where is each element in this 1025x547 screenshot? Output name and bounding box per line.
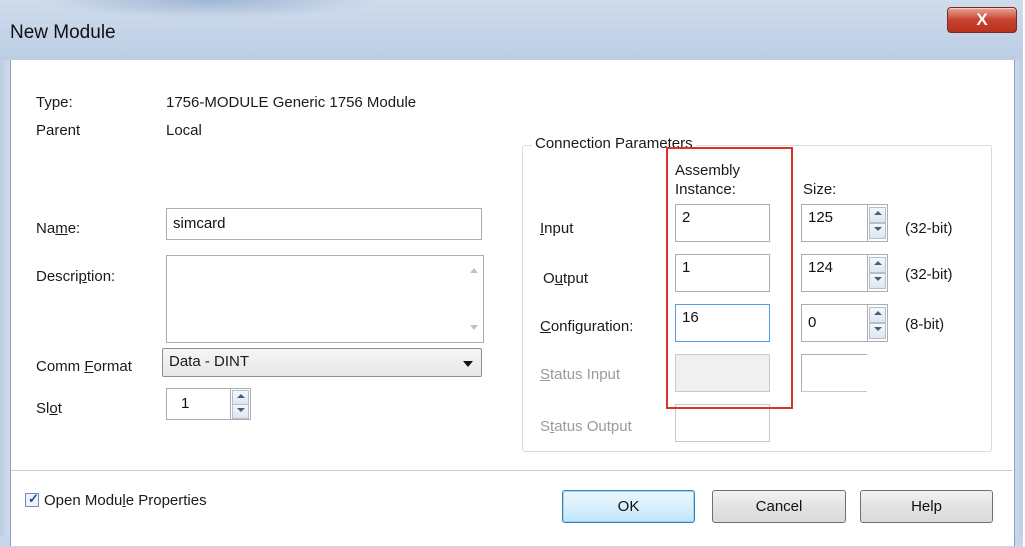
configuration-row-label: Configuration: — [540, 318, 634, 335]
checkmark-icon: ✓ — [28, 491, 39, 506]
output-spin-down-button[interactable] — [869, 273, 886, 289]
input-spin-down-button[interactable] — [869, 223, 886, 239]
size-header: Size: — [803, 181, 837, 198]
footer-separator — [11, 470, 1012, 471]
spin-up-icon — [874, 261, 882, 265]
configuration-spin-down-button[interactable] — [869, 323, 886, 339]
scroll-up-arrow-icon[interactable] — [470, 268, 478, 273]
slot-spin-down-button[interactable] — [232, 404, 249, 419]
chevron-down-icon — [463, 361, 473, 367]
input-size-field[interactable]: 125 — [801, 204, 867, 242]
spin-up-icon — [874, 311, 882, 315]
slot-input[interactable]: 1 — [166, 388, 230, 420]
input-row-label: Input — [540, 220, 574, 237]
output-row-label: Output — [543, 270, 589, 287]
configuration-size-spinner[interactable] — [867, 304, 888, 342]
help-button[interactable]: Help — [860, 490, 993, 523]
ok-button[interactable]: OK — [562, 490, 695, 523]
name-label: Name: — [36, 220, 81, 237]
window-title: New Module — [10, 22, 116, 43]
spin-down-icon — [874, 227, 882, 231]
description-scrollbar[interactable] — [466, 256, 483, 342]
comm-format-label: Comm Format — [36, 358, 132, 375]
comm-format-select[interactable]: Data - DINT — [162, 348, 482, 377]
title-bar: New Module X — [0, 0, 1023, 60]
open-module-properties-label: Open Module Properties — [44, 492, 207, 509]
parent-label: Parent — [36, 122, 81, 139]
scroll-down-arrow-icon[interactable] — [470, 325, 478, 330]
close-button[interactable]: X — [947, 7, 1017, 33]
spin-down-icon — [874, 277, 882, 281]
description-label: Description: — [36, 268, 116, 285]
status-input-row-label: Status Input — [540, 366, 621, 383]
slot-spinner[interactable] — [230, 388, 251, 420]
status-input-size-field — [801, 354, 867, 392]
new-module-dialog: New Module X Type: 1756-MODULE Generic 1… — [0, 0, 1023, 547]
title-glow — [40, 0, 380, 18]
type-value: 1756-MODULE Generic 1756 Module — [166, 94, 417, 111]
configuration-unit-label: (8-bit) — [905, 316, 945, 333]
description-textarea[interactable] — [166, 255, 484, 343]
configuration-spin-up-button[interactable] — [869, 307, 886, 323]
status-output-instance-field — [675, 404, 770, 442]
spin-down-icon — [237, 408, 245, 412]
input-spin-up-button[interactable] — [869, 207, 886, 223]
open-module-properties-checkbox[interactable]: ✓ — [25, 491, 39, 507]
input-unit-label: (32-bit) — [905, 220, 953, 237]
window-frame-left — [0, 60, 10, 547]
parent-value: Local — [166, 122, 202, 139]
output-size-field[interactable]: 124 — [801, 254, 867, 292]
type-label: Type: — [36, 94, 73, 111]
configuration-size-field[interactable]: 0 — [801, 304, 867, 342]
cancel-button[interactable]: Cancel — [712, 490, 846, 523]
status-output-row-label: Status Output — [540, 418, 632, 435]
comm-format-value: Data - DINT — [169, 353, 250, 370]
highlight-rectangle — [666, 147, 793, 409]
output-unit-label: (32-bit) — [905, 266, 953, 283]
spin-up-icon — [874, 211, 882, 215]
output-spin-up-button[interactable] — [869, 257, 886, 273]
slot-spin-up-button[interactable] — [232, 390, 249, 405]
spin-up-icon — [237, 394, 245, 398]
slot-label: Slot — [36, 400, 62, 417]
input-size-spinner[interactable] — [867, 204, 888, 242]
name-input[interactable]: simcard — [166, 208, 482, 240]
spin-down-icon — [874, 327, 882, 331]
output-size-spinner[interactable] — [867, 254, 888, 292]
